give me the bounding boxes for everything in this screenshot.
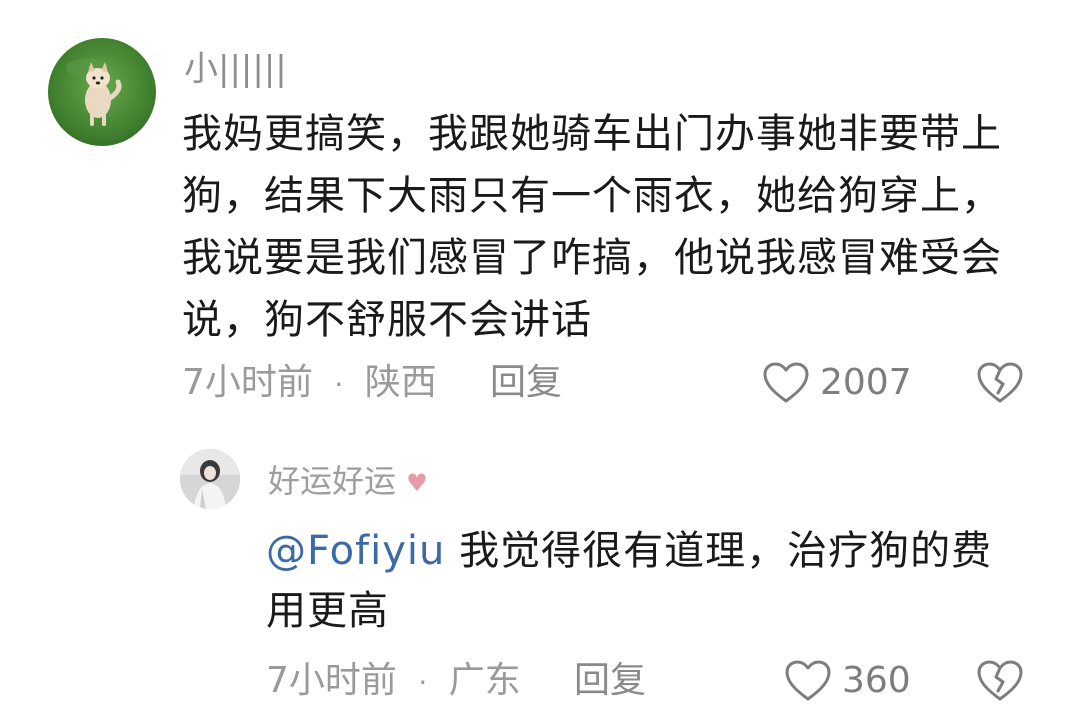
- broken-heart-icon: [977, 660, 1023, 701]
- reply-username[interactable]: 好运​好运 ♥: [268, 456, 428, 508]
- heart-outline-icon: [763, 362, 809, 403]
- reply-like-count: 360: [842, 660, 911, 701]
- mention-link[interactable]: @Fofiyiu: [266, 528, 445, 574]
- reply-reply-button[interactable]: 回复: [574, 655, 646, 707]
- reply-meta: 7小时前 · 广东: [266, 655, 521, 707]
- dog-avatar-image: [48, 38, 156, 146]
- heart-outline-icon: [785, 660, 831, 701]
- reply-location: 广东: [448, 660, 521, 701]
- broken-heart-icon: [977, 362, 1023, 403]
- location: 陕西: [364, 362, 437, 403]
- comment-thread: 小|||||| 我妈更搞笑，我跟她骑车出门办事她非要带上狗，结果下大雨只有一个雨…: [0, 0, 1080, 716]
- reply-timestamp: 7小时前: [266, 660, 397, 701]
- like-count: 2007: [820, 362, 912, 403]
- reply-dislike-button[interactable]: [975, 657, 1025, 707]
- heart-emoji-icon: ♥: [406, 469, 428, 497]
- username[interactable]: 小||||||: [184, 44, 287, 94]
- like-button[interactable]: 2007: [762, 357, 912, 409]
- comment-text: 我妈更搞笑，我跟她骑车出门办事她非要带上狗，结果下大雨只有一个雨衣，她给狗穿上，…: [182, 111, 1002, 343]
- meta-dot: ·: [334, 368, 344, 401]
- reply-text-block: @Fofiyiu 我觉得很有道理，治疗狗的费用更高: [266, 521, 1026, 641]
- dislike-button[interactable]: [975, 359, 1025, 409]
- reply-like-button[interactable]: 360: [784, 655, 911, 707]
- person-avatar-image: [180, 449, 240, 509]
- reply-button[interactable]: 回复: [490, 357, 562, 409]
- reply-avatar[interactable]: [180, 449, 240, 509]
- comment-meta: 7小时前 · 陕西: [182, 357, 437, 409]
- reply-meta-dot: ·: [418, 666, 428, 699]
- timestamp: 7小时前: [182, 362, 313, 403]
- avatar[interactable]: [48, 38, 156, 146]
- reply-username-text: 好运​好运: [268, 462, 397, 500]
